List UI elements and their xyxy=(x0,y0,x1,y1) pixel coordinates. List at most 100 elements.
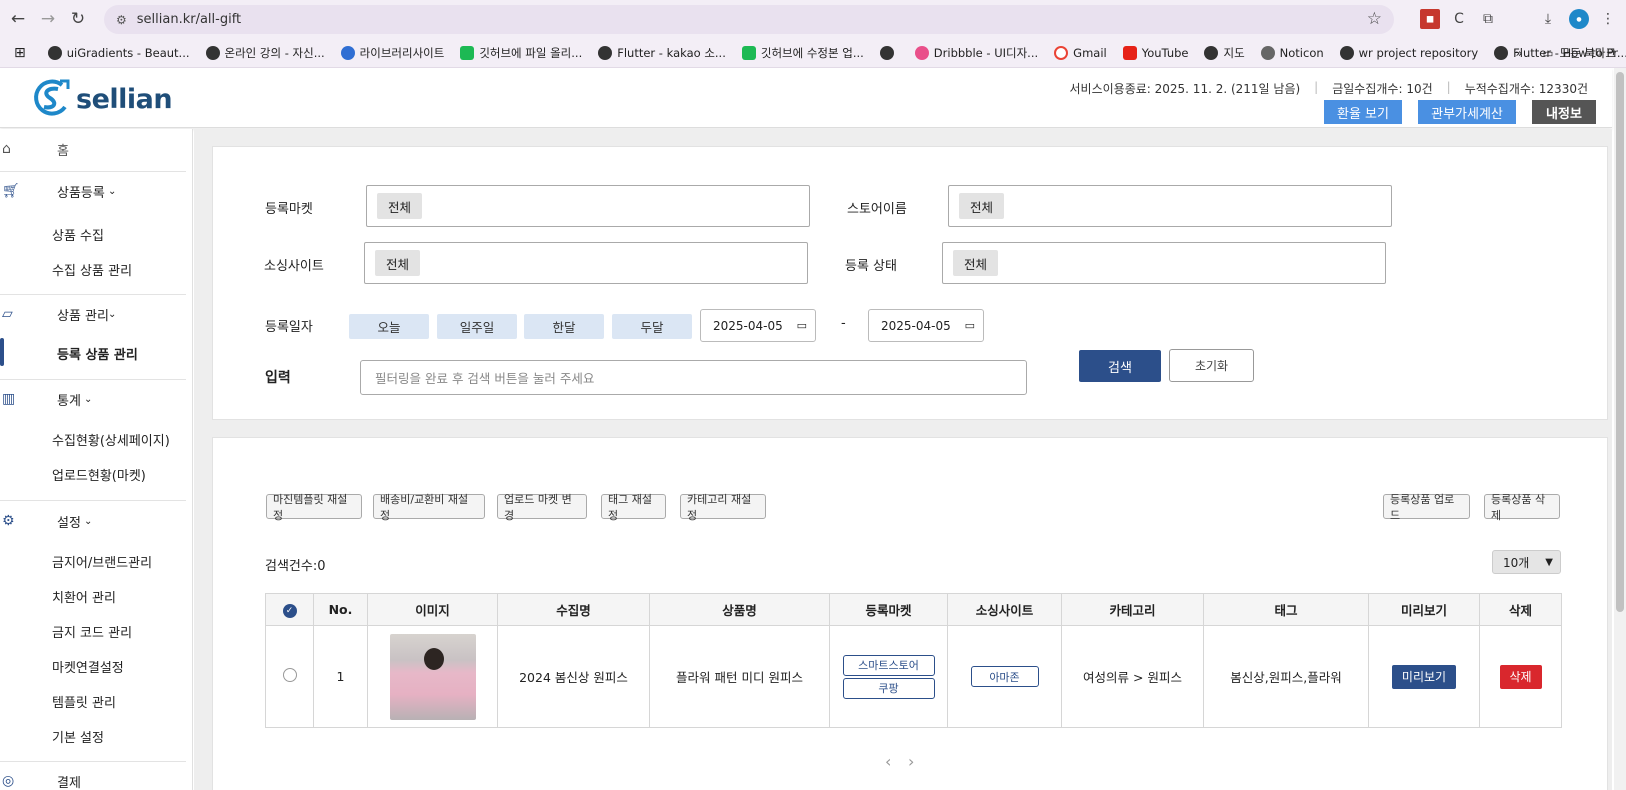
service-end-text: 서비스이용종료: 2025. 11. 2. (211일 남음) xyxy=(1069,82,1301,96)
sidebar-group-payment[interactable]: ◎ 결제 xyxy=(0,769,186,790)
sidebar-item-banned-code[interactable]: 금지 코드 관리 xyxy=(52,622,132,641)
back-icon[interactable]: ← xyxy=(2,3,34,35)
apps-grid-icon[interactable]: ⊞ xyxy=(14,45,26,61)
results-table: ✓ No. 이미지 수집명 상품명 등록마켓 소싱사이트 카테고리 태그 미리보… xyxy=(265,593,1562,728)
source-tag-amazon[interactable]: 아마존 xyxy=(970,666,1039,687)
reset-button[interactable]: 초기화 xyxy=(1169,349,1254,382)
sidebar-item-home[interactable]: ⌂ 홈 xyxy=(0,137,186,161)
reload-icon[interactable]: ↻ xyxy=(62,3,94,35)
upload-registered-button[interactable]: 등록상품 업로드 xyxy=(1383,493,1470,522)
status-chip[interactable]: 전체 xyxy=(953,250,999,276)
category-reset-button[interactable]: 카테고리 재설정 xyxy=(680,493,766,522)
input-label: 입력 xyxy=(265,370,291,386)
more-bookmarks-icon[interactable]: » xyxy=(1516,46,1523,60)
page-scrollbar[interactable] xyxy=(1614,68,1626,790)
profile-avatar[interactable]: ● xyxy=(1569,9,1589,29)
today-button[interactable]: 오늘 xyxy=(349,314,429,339)
bookmark-item[interactable]: 온라인 강의 - 자신... xyxy=(205,45,325,61)
bookmark-item[interactable]: wr project repository xyxy=(1339,45,1478,60)
preview-button[interactable]: 미리보기 xyxy=(1392,664,1456,689)
source-select[interactable]: 전체 xyxy=(364,242,808,284)
collect-name: 2024 봄신상 원피스 xyxy=(497,625,650,728)
sidebar-item-product-collect[interactable]: 상품 수집 xyxy=(52,225,104,244)
store-chip[interactable]: 전체 xyxy=(959,193,1005,219)
my-info-button[interactable]: 내정보 xyxy=(1532,100,1596,124)
sidebar-item-replace-word[interactable]: 치환어 관리 xyxy=(52,587,116,606)
bookmark-star-icon[interactable]: ☆ xyxy=(1367,9,1382,29)
shipping-fee-reset-button[interactable]: 배송비/교환비 재설정 xyxy=(373,493,485,522)
forward-icon[interactable]: → xyxy=(32,3,64,35)
all-bookmarks-link[interactable]: 모든 북마크 xyxy=(1559,45,1616,61)
sidebar-item-market-link[interactable]: 마켓연결설정 xyxy=(52,657,124,676)
calendar-icon[interactable]: ▭ xyxy=(797,319,807,332)
prev-page-icon[interactable]: ‹ xyxy=(885,752,891,771)
next-page-icon[interactable]: › xyxy=(908,752,914,771)
date-to-input[interactable]: 2025-04-05 ▭ xyxy=(868,309,984,342)
sidebar-item-banned-brand[interactable]: 금지어/브랜드관리 xyxy=(52,552,152,571)
delete-registered-button[interactable]: 등록상품 삭제 xyxy=(1484,493,1560,522)
margin-template-reset-button[interactable]: 마진템플릿 재설정 xyxy=(266,493,362,522)
site-info-icon[interactable]: ⚙ xyxy=(116,13,127,27)
browser-menu-icon[interactable]: ⋮ xyxy=(1598,9,1618,29)
market-select[interactable]: 전체 xyxy=(366,185,810,227)
download-icon[interactable]: ⤓ xyxy=(1538,9,1558,29)
bookmark-item[interactable] xyxy=(879,45,899,60)
sidebar-item-collect-status[interactable]: 수집현황(상세페이지) xyxy=(52,430,170,449)
gear-icon: ⚙ xyxy=(2,513,15,529)
calendar-icon[interactable]: ▭ xyxy=(965,319,975,332)
per-page-select[interactable]: 10개 ▼ xyxy=(1492,550,1561,574)
status-select[interactable]: 전체 xyxy=(942,242,1386,284)
month-button[interactable]: 한달 xyxy=(524,314,604,339)
row-select-radio[interactable] xyxy=(282,668,297,682)
sidebar-item-template[interactable]: 템플릿 관리 xyxy=(52,692,116,711)
source-chip[interactable]: 전체 xyxy=(375,250,421,276)
bookmark-item[interactable]: 깃허브에 파일 올리... xyxy=(460,45,582,61)
tag-reset-button[interactable]: 태그 재설정 xyxy=(601,493,666,522)
bookmark-item[interactable]: Dribbble - UI디자... xyxy=(914,45,1038,61)
search-input[interactable]: 필터링을 완료 후 검색 버튼을 눌러 주세요 xyxy=(360,360,1027,395)
home-icon: ⌂ xyxy=(2,141,11,157)
market-tag-coupang[interactable]: 쿠팡 xyxy=(842,677,935,699)
logo[interactable]: sellian xyxy=(32,77,173,121)
bookmark-item[interactable]: Noticon xyxy=(1260,45,1324,60)
column-header: 소싱사이트 xyxy=(947,593,1062,626)
sidebar-item-upload-status[interactable]: 업로드현황(마켓) xyxy=(52,465,146,484)
sidebar-item-registered-manage[interactable]: 등록 상품 관리 xyxy=(57,344,138,363)
column-header: 상품명 xyxy=(649,593,830,626)
bookmark-item[interactable]: 깃허브에 수정본 업... xyxy=(741,45,864,61)
scroll-thumb[interactable] xyxy=(1616,72,1624,612)
market-tag-smartstore[interactable]: 스마트스토어 xyxy=(842,654,935,676)
bookmark-item[interactable]: uiGradients - Beaut... xyxy=(47,45,190,60)
market-label: 등록마켓 xyxy=(265,202,313,217)
exchange-rate-button[interactable]: 환율 보기 xyxy=(1324,100,1402,124)
sidebar-group-stats[interactable]: ▥ 통계 ⌄ xyxy=(0,387,186,411)
address-bar[interactable]: ⚙ sellian.kr/all-gift ☆ xyxy=(104,5,1394,34)
select-all-header[interactable]: ✓ xyxy=(265,593,314,626)
row-number: 1 xyxy=(313,625,368,728)
date-from-input[interactable]: 2025-04-05 ▭ xyxy=(700,309,816,342)
bookmark-item[interactable]: 라이브러리사이트 xyxy=(340,45,444,61)
extensions-puzzle-icon[interactable]: ⧉ xyxy=(1478,9,1498,29)
chevron-down-icon: ⌄ xyxy=(108,185,117,197)
delete-button[interactable]: 삭제 xyxy=(1499,664,1542,689)
store-select[interactable]: 전체 xyxy=(948,185,1392,227)
bookmark-item[interactable]: YouTube xyxy=(1122,45,1188,60)
extension-icon-2[interactable]: C xyxy=(1449,9,1469,29)
select-all-checkbox[interactable]: ✓ xyxy=(282,604,297,618)
market-chip[interactable]: 전체 xyxy=(377,193,423,219)
sidebar-group-product-manage[interactable]: ▱ 상품 관리 ⌄ xyxy=(0,302,186,326)
bookmark-item[interactable]: Flutter - kakao 소... xyxy=(598,45,726,61)
week-button[interactable]: 일주일 xyxy=(437,314,517,339)
sidebar-item-basic-settings[interactable]: 기본 설정 xyxy=(52,727,104,746)
upload-market-change-button[interactable]: 업로드 마켓 변경 xyxy=(497,493,587,522)
sidebar-item-collected-manage[interactable]: 수집 상품 관리 xyxy=(52,260,132,279)
extension-icon[interactable]: ◼ xyxy=(1420,9,1440,29)
two-months-button[interactable]: 두달 xyxy=(612,314,692,339)
search-button[interactable]: 검색 xyxy=(1079,350,1161,382)
tax-calc-button[interactable]: 관부가세계산 xyxy=(1418,100,1516,124)
sidebar-group-settings[interactable]: ⚙ 설정 ⌄ xyxy=(0,509,186,533)
bookmark-item[interactable]: 지도 xyxy=(1204,45,1245,61)
bookmark-item[interactable]: Gmail xyxy=(1054,45,1107,60)
sidebar-group-product-register[interactable]: 🛒︎ 상품등록 ⌄ xyxy=(0,179,186,203)
product-thumbnail[interactable] xyxy=(389,633,476,720)
